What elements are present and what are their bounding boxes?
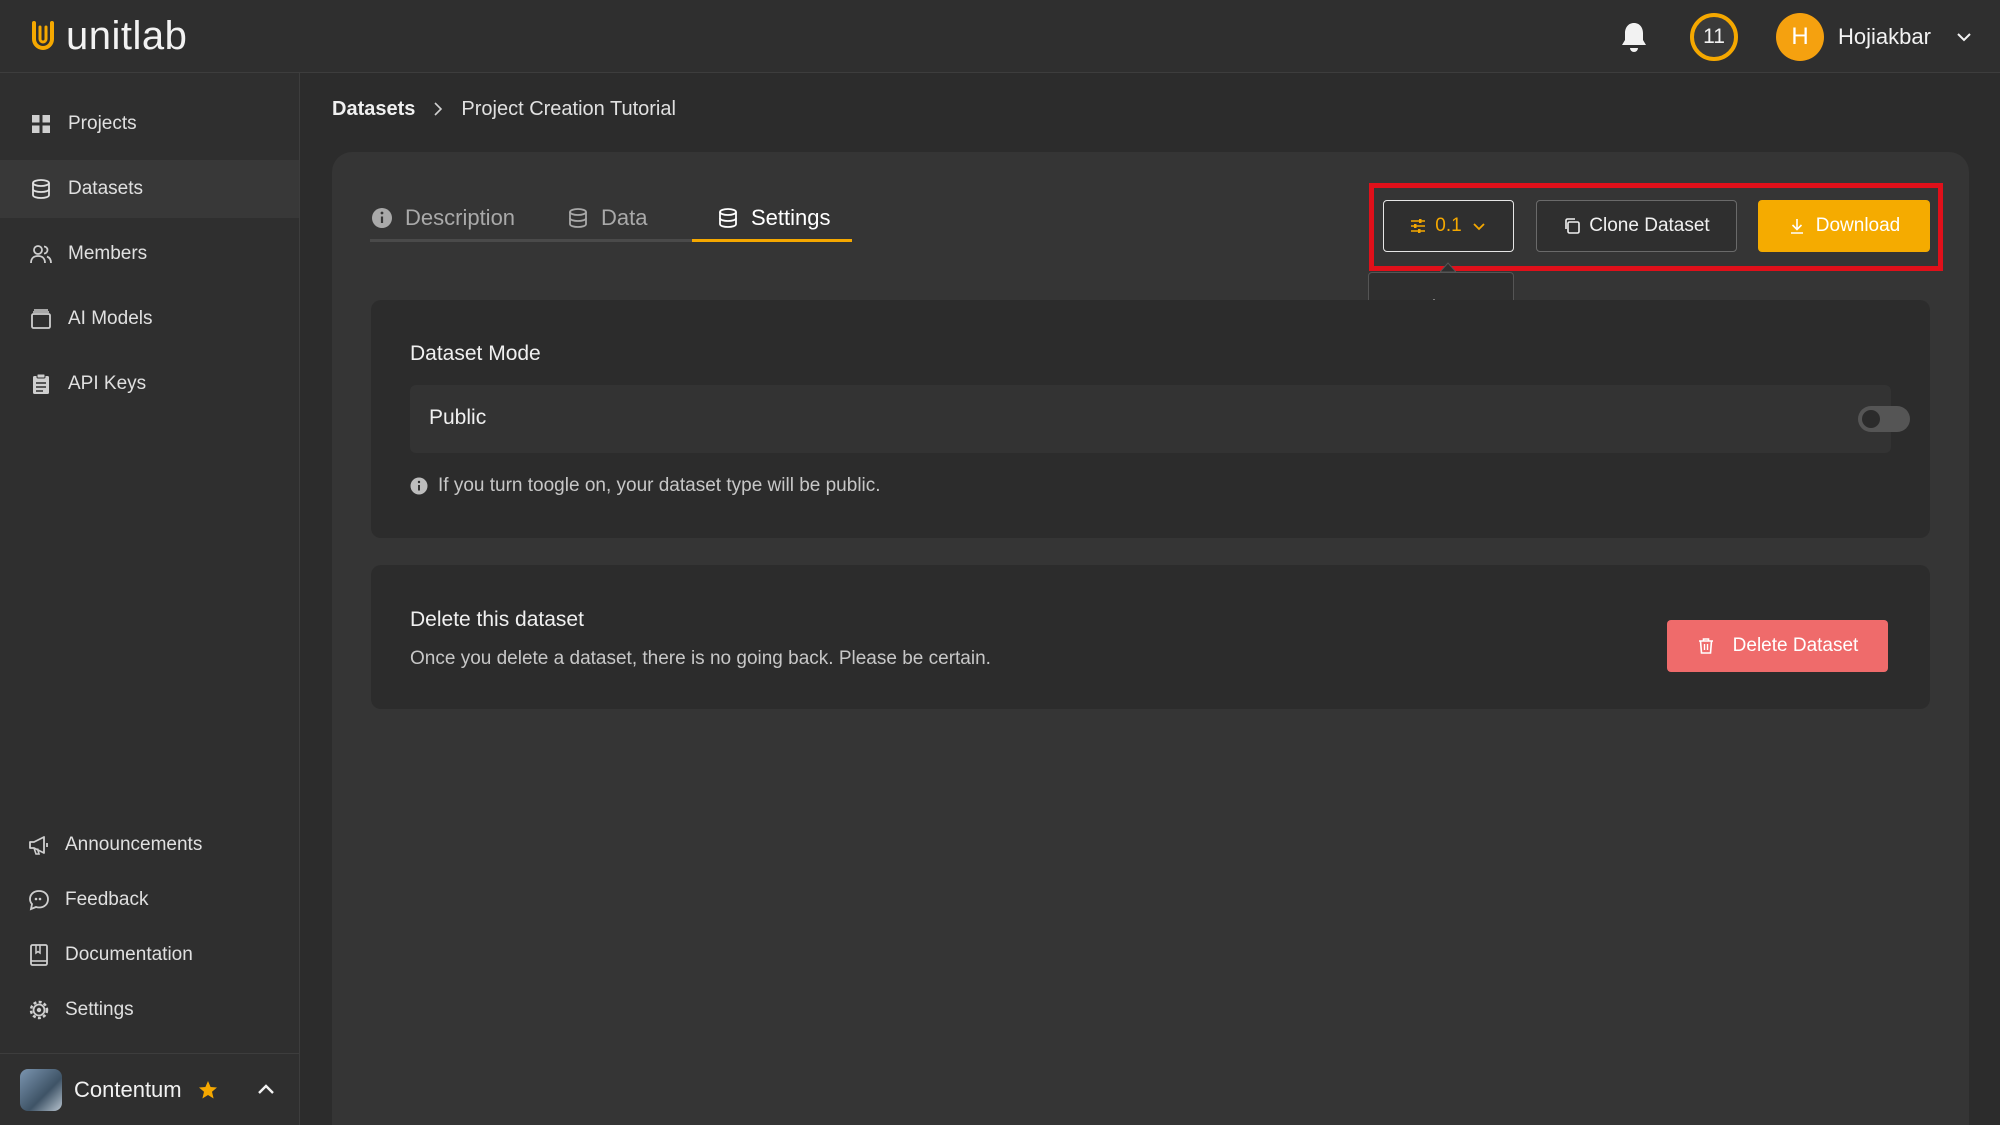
sidebar-item-label: Documentation [65, 944, 193, 965]
sidebar-item-label: Settings [65, 999, 134, 1020]
breadcrumb: Datasets Project Creation Tutorial [332, 94, 676, 124]
sidebar-item-label: Announcements [65, 834, 203, 855]
download-icon [1790, 219, 1803, 234]
credits-counter[interactable]: 11 [1690, 13, 1738, 61]
delete-description: Once you delete a dataset, there is no g… [410, 648, 991, 669]
sidebar-item-ai-models[interactable]: AI Models [0, 290, 299, 348]
active-tab-indicator [692, 239, 852, 242]
dataset-mode-hint: If you turn toogle on, your dataset type… [410, 475, 881, 497]
clone-dataset-button[interactable]: Clone Dataset [1536, 200, 1737, 252]
book-icon [30, 944, 48, 966]
trash-icon [1698, 638, 1713, 654]
delete-dataset-button[interactable]: Delete Dataset [1667, 620, 1888, 672]
user-name: Hojiakbar [1838, 24, 1931, 49]
tab-data[interactable]: Data [567, 205, 647, 247]
workspace-avatar [20, 1068, 62, 1111]
database-icon [32, 179, 50, 199]
sliders-icon [1411, 219, 1426, 233]
public-toggle[interactable] [1858, 406, 1910, 432]
sidebar-item-members[interactable]: Members [0, 225, 299, 283]
sidebar-item-projects[interactable]: Projects [0, 95, 299, 153]
sidebar-item-label: API Keys [68, 373, 147, 394]
top-bar: unitlab 11 H Hojiakbar [0, 0, 2000, 73]
sidebar-item-settings[interactable]: Settings [0, 986, 299, 1034]
copy-icon [1565, 218, 1581, 234]
tab-description[interactable]: Description [371, 205, 515, 247]
megaphone-icon [29, 836, 48, 855]
toggle-knob [1862, 410, 1880, 428]
chevron-right-icon [434, 102, 443, 116]
database-icon [719, 208, 737, 228]
workspace-switcher[interactable]: Contentum [0, 1053, 299, 1125]
sidebar-item-label: Datasets [68, 178, 143, 199]
info-icon [372, 208, 392, 228]
tab-label: Description [405, 205, 516, 230]
logo[interactable]: unitlab [30, 14, 187, 58]
sidebar-item-datasets[interactable]: Datasets [0, 160, 299, 218]
avatar: H [1776, 13, 1824, 61]
clone-dataset-label: Clone Dataset [1589, 215, 1710, 236]
user-menu[interactable]: H Hojiakbar [1776, 13, 1973, 61]
star-icon [198, 1080, 217, 1098]
info-icon [410, 477, 428, 495]
workspace-name: Contentum [74, 1076, 182, 1102]
chevron-down-icon [1473, 223, 1485, 231]
public-label: Public [429, 406, 487, 429]
database-icon [569, 208, 587, 228]
sidebar: Projects Datasets Members AI Models API … [0, 73, 300, 1125]
dropdown-pointer [1440, 262, 1456, 272]
delete-dataset-card: Delete this dataset Once you delete a da… [371, 565, 1930, 709]
gear-icon [29, 1000, 49, 1020]
sidebar-item-label: AI Models [68, 308, 153, 329]
download-label: Download [1815, 215, 1901, 236]
grid-icon [32, 115, 50, 133]
bell-icon [1622, 23, 1646, 52]
version-value: 0.1 [1435, 215, 1462, 236]
breadcrumb-current: Project Creation Tutorial [461, 97, 676, 120]
clipboard-icon [33, 373, 49, 394]
sidebar-item-label: Members [68, 243, 148, 264]
users-icon [30, 245, 52, 264]
notifications-button[interactable] [1618, 20, 1650, 54]
box-icon [31, 309, 51, 329]
dataset-mode-card: Dataset Mode Public If you turn toogle o… [371, 300, 1930, 538]
tab-label: Settings [751, 205, 831, 230]
sidebar-item-feedback[interactable]: Feedback [0, 876, 299, 924]
chevron-down-icon [1957, 33, 1971, 42]
public-toggle-row: Public [410, 385, 1910, 453]
chat-icon [29, 890, 49, 911]
tab-label: Data [601, 205, 648, 230]
sidebar-item-documentation[interactable]: Documentation [0, 931, 299, 979]
unitlab-logo-icon [32, 21, 54, 50]
sidebar-item-label: Feedback [65, 889, 149, 910]
delete-dataset-label: Delete Dataset [1732, 635, 1859, 656]
sidebar-item-announcements[interactable]: Announcements [0, 821, 299, 869]
download-button[interactable]: Download [1758, 200, 1930, 252]
sidebar-item-api-keys[interactable]: API Keys [0, 355, 299, 413]
logo-text: unitlab [66, 14, 188, 58]
dataset-mode-title: Dataset Mode [410, 342, 541, 365]
sidebar-item-label: Projects [68, 113, 137, 134]
breadcrumb-root[interactable]: Datasets [332, 98, 415, 121]
version-dropdown[interactable]: 0.1 [1383, 200, 1514, 252]
chevron-up-icon[interactable] [255, 1079, 277, 1101]
hint-text: If you turn toogle on, your dataset type… [438, 475, 881, 496]
delete-title: Delete this dataset [410, 608, 584, 631]
